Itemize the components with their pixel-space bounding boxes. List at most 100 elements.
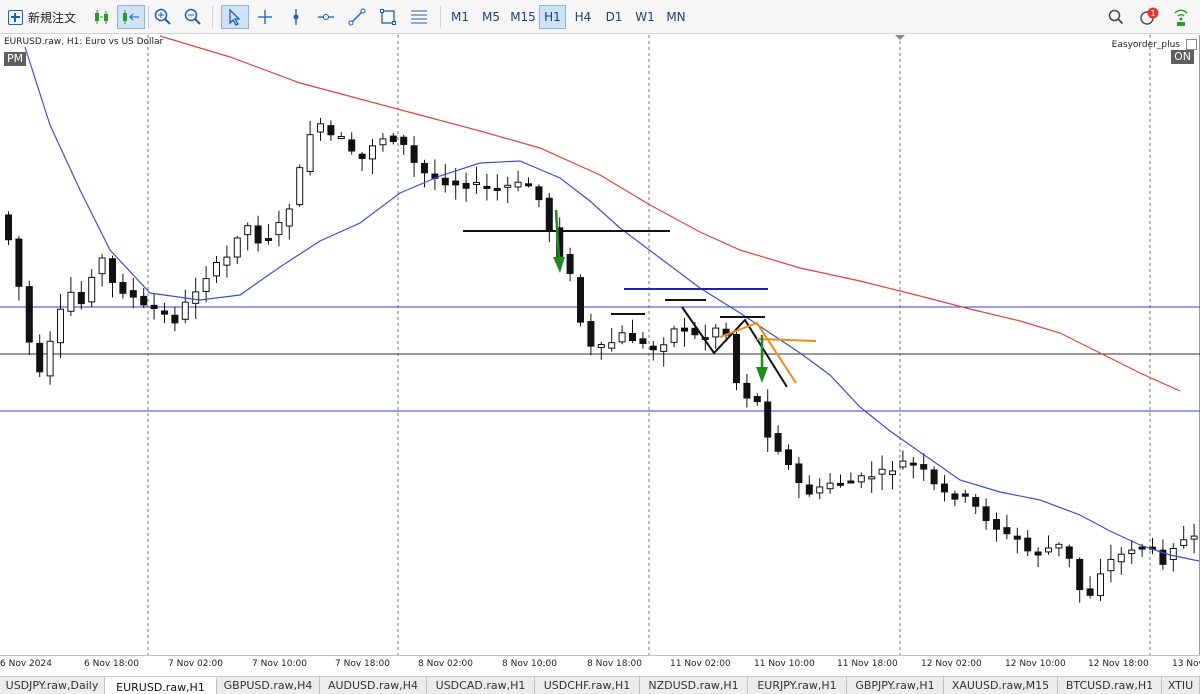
time-label: 11 Nov 18:00 [837, 659, 898, 669]
bullish-candle [857, 475, 865, 483]
bearish-candle [681, 327, 688, 332]
bearish-candle [837, 482, 844, 486]
crosshair-tool-button[interactable] [253, 5, 277, 29]
bullish-candle [504, 184, 512, 188]
fibonacci-icon [411, 10, 427, 24]
bearish-candle [629, 333, 636, 342]
orange-horizontal-line [756, 338, 817, 342]
cursor-icon [229, 8, 241, 26]
bullish-candle [514, 181, 522, 188]
vertical-line-tool-button[interactable] [284, 5, 308, 29]
bearish-candle [1086, 588, 1094, 596]
tab-audusd-h4[interactable]: AUDUSD.raw,H4 [320, 677, 427, 694]
bearish-candle [941, 483, 948, 493]
bullish-candle [337, 135, 345, 139]
bullish-candle [1128, 549, 1136, 555]
bullish-candle [57, 308, 64, 344]
bearish-candle [265, 238, 272, 242]
bearish-candle [1138, 546, 1146, 550]
tab-eurusd-h1[interactable]: EURUSD.raw,H1 [105, 677, 217, 694]
tab-gbpjpy-h1[interactable]: GBPJPY.raw,H1 [847, 677, 944, 694]
time-label: 13 Nov [1172, 659, 1200, 669]
bearish-candle [421, 162, 428, 174]
timeframe-m1[interactable]: M1 [447, 5, 473, 29]
expert-advisor-icon[interactable] [1186, 39, 1197, 50]
bearish-candle [961, 493, 969, 497]
grid-lines [147, 35, 1151, 655]
bearish-candle [5, 214, 12, 241]
shapes-tool-button[interactable] [376, 5, 400, 29]
bearish-candle [77, 291, 85, 305]
timeframe-h4[interactable]: H4 [570, 5, 596, 29]
tab-xtiusd[interactable]: XTIU [1162, 677, 1200, 694]
horizontal-line-tool-button[interactable] [314, 5, 338, 29]
bearish-candle [15, 238, 23, 287]
tab-nzdusd-h1[interactable]: NZDUSD.raw,H1 [640, 677, 748, 694]
search-icon [1108, 9, 1124, 25]
bullish-candle [223, 256, 231, 266]
bullish-candle [899, 460, 907, 468]
timeframe-d1[interactable]: D1 [601, 5, 627, 29]
bearish-candle [129, 290, 137, 298]
notifications-button[interactable]: 1 [1136, 5, 1162, 29]
time-label: 7 Nov 02:00 [168, 659, 223, 669]
vertical-line-icon [293, 9, 299, 25]
bearish-candle [452, 180, 460, 186]
algo-trading-button[interactable] [90, 5, 114, 29]
time-label: 6 Nov 18:00 [84, 659, 139, 669]
bullish-candle [369, 145, 376, 160]
bullish-candle [1055, 543, 1063, 549]
signals-icon [1174, 9, 1188, 26]
bearish-candle [743, 382, 751, 399]
signals-button[interactable] [1168, 5, 1194, 29]
new-order-button[interactable]: 新規注文 [8, 5, 86, 29]
bullish-candle [192, 291, 200, 304]
ea-state-badge[interactable]: ON [1171, 50, 1194, 64]
one-click-trading-button[interactable] [117, 5, 145, 29]
bullish-candle [98, 257, 106, 275]
tab-eurjpy-h1[interactable]: EURJPY.raw,H1 [748, 677, 847, 694]
candles [5, 117, 1198, 603]
horizontal-line-icon [318, 14, 334, 20]
trendline-tool-button[interactable] [345, 5, 369, 29]
time-label: 8 Nov 10:00 [502, 659, 557, 669]
bearish-candle [441, 177, 449, 186]
bullish-candle [1097, 573, 1104, 597]
tab-xauusd-m15[interactable]: XAUUSD.raw,M15 [944, 677, 1058, 694]
timeframe-m15[interactable]: M15 [508, 5, 538, 29]
cursor-tool-button[interactable] [221, 5, 249, 29]
bearish-candle [400, 136, 408, 145]
chart-area[interactable]: EURUSD.raw, H1: Euro vs US Dollar PM Eas… [0, 35, 1200, 655]
timeframe-w1[interactable]: W1 [632, 5, 658, 29]
tab-btcusd-h1[interactable]: BTCUSD.raw,H1 [1058, 677, 1162, 694]
toolbar: 新規注文 M1 M5 M15 H1 H4 D1 W1 MN 1 [0, 0, 1200, 34]
price-chart[interactable] [0, 35, 1200, 655]
symbol-title: EURUSD.raw, H1: Euro vs US Dollar [4, 37, 164, 47]
bullish-candle [202, 278, 210, 292]
timeframe-h1[interactable]: H1 [539, 5, 566, 29]
tab-gbpusd-h4[interactable]: GBPUSD.raw,H4 [217, 677, 320, 694]
bullish-candle [1045, 547, 1052, 553]
bearish-candle [1076, 558, 1084, 591]
bullish-candle [46, 340, 54, 377]
search-button[interactable] [1104, 5, 1128, 29]
bearish-candle [119, 282, 127, 294]
timeframe-mn[interactable]: MN [662, 5, 690, 29]
bullish-candle [878, 468, 886, 475]
timeframe-m5[interactable]: M5 [478, 5, 504, 29]
time-label: 7 Nov 10:00 [252, 659, 307, 669]
bullish-candle [181, 301, 189, 320]
bullish-candle [597, 344, 605, 348]
tab-usdjpy-daily[interactable]: USDJPY.raw,Daily [0, 677, 105, 694]
algo-trading-icon [95, 10, 108, 24]
bullish-candle [233, 237, 241, 258]
zoom-in-button[interactable] [151, 5, 175, 29]
fibonacci-tool-button[interactable] [406, 5, 432, 29]
bullish-candle [88, 276, 96, 303]
tab-usdcad-h1[interactable]: USDCAD.raw,H1 [427, 677, 535, 694]
zoom-out-button[interactable] [181, 5, 205, 29]
tab-usdchf-h1[interactable]: USDCHF.raw,H1 [535, 677, 640, 694]
bullish-candle [67, 291, 75, 312]
bearish-candle [161, 310, 168, 315]
time-axis: 6 Nov 2024 6 Nov 18:00 7 Nov 02:00 7 Nov… [0, 655, 1200, 676]
